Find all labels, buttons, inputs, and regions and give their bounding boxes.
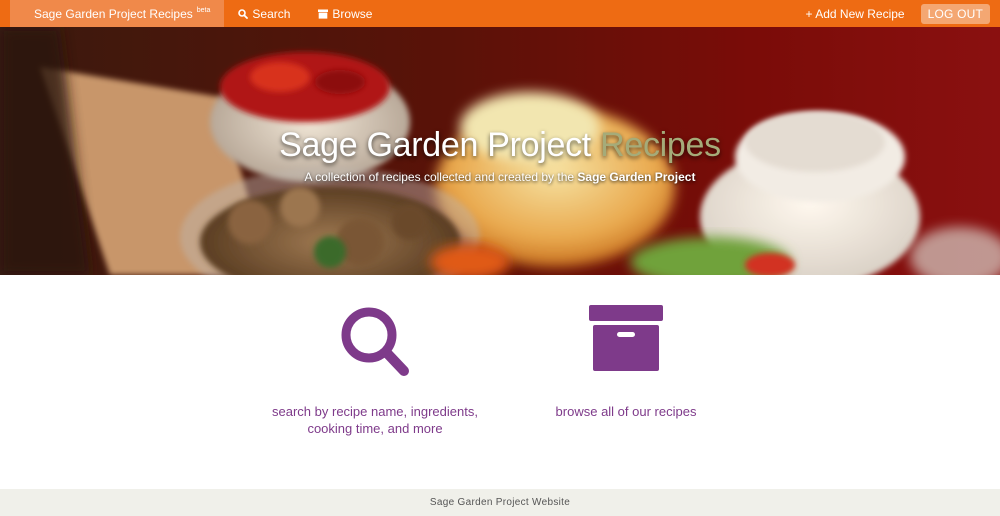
top-navbar: Sage Garden Project Recipes beta Search … bbox=[0, 0, 1000, 27]
footer-website-link[interactable]: Sage Garden Project Website bbox=[430, 497, 570, 508]
search-nav-label: Search bbox=[252, 6, 291, 21]
brand-name: Sage Garden Project Recipes bbox=[34, 6, 193, 21]
search-icon bbox=[238, 8, 249, 19]
hero-banner: Sage Garden Project Recipes A collection… bbox=[0, 27, 1000, 275]
search-feature-line-2: cooking time, and more bbox=[307, 421, 443, 436]
hero-title-main: Sage Garden Project bbox=[279, 126, 591, 164]
search-feature-label: search by recipe name, ingredients, cook… bbox=[255, 403, 495, 437]
footer: Sage Garden Project Website bbox=[0, 489, 1000, 516]
logout-button[interactable]: LOG OUT bbox=[920, 3, 990, 24]
archive-box-icon bbox=[589, 305, 663, 371]
browse-nav-label: Browse bbox=[332, 6, 373, 21]
browse-feature-label: browse all of our recipes bbox=[555, 404, 697, 419]
hero-subtitle: A collection of recipes collected and cr… bbox=[0, 170, 1000, 184]
search-nav-link[interactable]: Search bbox=[224, 0, 304, 27]
hero-subtitle-strong: Sage Garden Project bbox=[577, 170, 696, 184]
brand-link[interactable]: Sage Garden Project Recipes beta bbox=[10, 0, 225, 27]
browse-feature-link[interactable]: browse all of our recipes bbox=[526, 303, 726, 420]
hero-subtitle-text: A collection of recipes collected and cr… bbox=[304, 170, 575, 184]
archive-box-icon bbox=[318, 9, 329, 19]
hero-title-accent: Recipes bbox=[600, 126, 721, 164]
beta-badge: beta bbox=[196, 7, 211, 14]
logout-label: LOG OUT bbox=[927, 6, 983, 21]
add-new-recipe-link[interactable]: + Add New Recipe bbox=[792, 0, 921, 27]
search-feature-line-1: search by recipe name, ingredients, bbox=[272, 404, 478, 419]
search-feature-link[interactable]: search by recipe name, ingredients, cook… bbox=[255, 303, 495, 437]
add-new-recipe-label: + Add New Recipe bbox=[805, 6, 905, 21]
search-icon bbox=[341, 307, 409, 376]
browse-nav-link[interactable]: Browse bbox=[304, 0, 386, 27]
navbar-spacer bbox=[386, 0, 791, 27]
hero-title: Sage Garden Project Recipes bbox=[0, 126, 1000, 165]
